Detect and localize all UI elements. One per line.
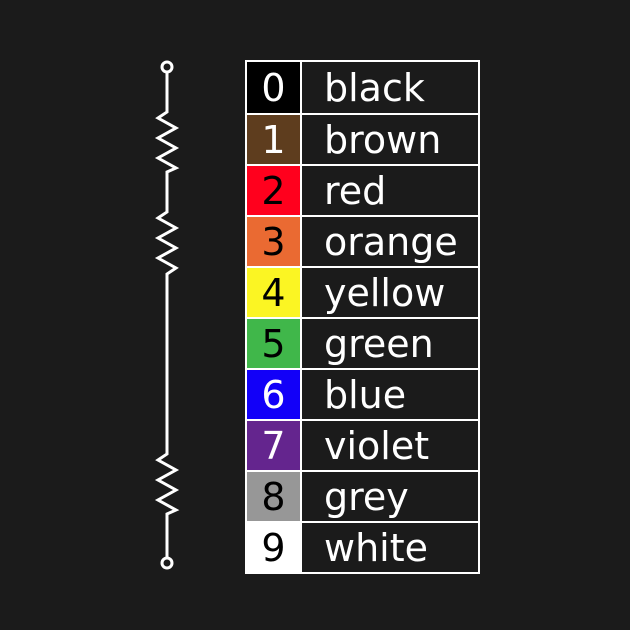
color-name: green — [300, 319, 478, 368]
color-swatch-digit: 9 — [247, 523, 300, 572]
color-row-blue: 6 blue — [247, 368, 478, 419]
color-name: white — [300, 523, 478, 572]
color-row-red: 2 red — [247, 164, 478, 215]
color-row-grey: 8 grey — [247, 470, 478, 521]
color-name: violet — [300, 421, 478, 470]
color-row-black: 0 black — [247, 62, 478, 113]
color-swatch-digit: 7 — [247, 421, 300, 470]
resistor-wire-icon — [154, 72, 180, 558]
color-code-table: 0 black 1 brown 2 red 3 orange 4 yellow 5 green 6 blu… — [245, 60, 480, 574]
bottom-terminal-icon — [160, 556, 174, 570]
color-swatch-digit: 6 — [247, 370, 300, 419]
color-row-brown: 1 brown — [247, 113, 478, 164]
color-row-violet: 7 violet — [247, 419, 478, 470]
color-swatch-digit: 4 — [247, 268, 300, 317]
color-name: red — [300, 166, 478, 215]
color-swatch-digit: 1 — [247, 115, 300, 164]
color-swatch-digit: 8 — [247, 472, 300, 521]
color-swatch-digit: 5 — [247, 319, 300, 368]
color-row-white: 9 white — [247, 521, 478, 572]
color-swatch-digit: 2 — [247, 166, 300, 215]
top-terminal-icon — [160, 60, 174, 74]
color-name: brown — [300, 115, 478, 164]
color-row-orange: 3 orange — [247, 215, 478, 266]
color-name: orange — [300, 217, 478, 266]
color-row-yellow: 4 yellow — [247, 266, 478, 317]
color-name: yellow — [300, 268, 478, 317]
color-name: blue — [300, 370, 478, 419]
color-name: grey — [300, 472, 478, 521]
color-swatch-digit: 3 — [247, 217, 300, 266]
color-swatch-digit: 0 — [247, 62, 300, 113]
color-row-green: 5 green — [247, 317, 478, 368]
color-name: black — [300, 62, 478, 113]
